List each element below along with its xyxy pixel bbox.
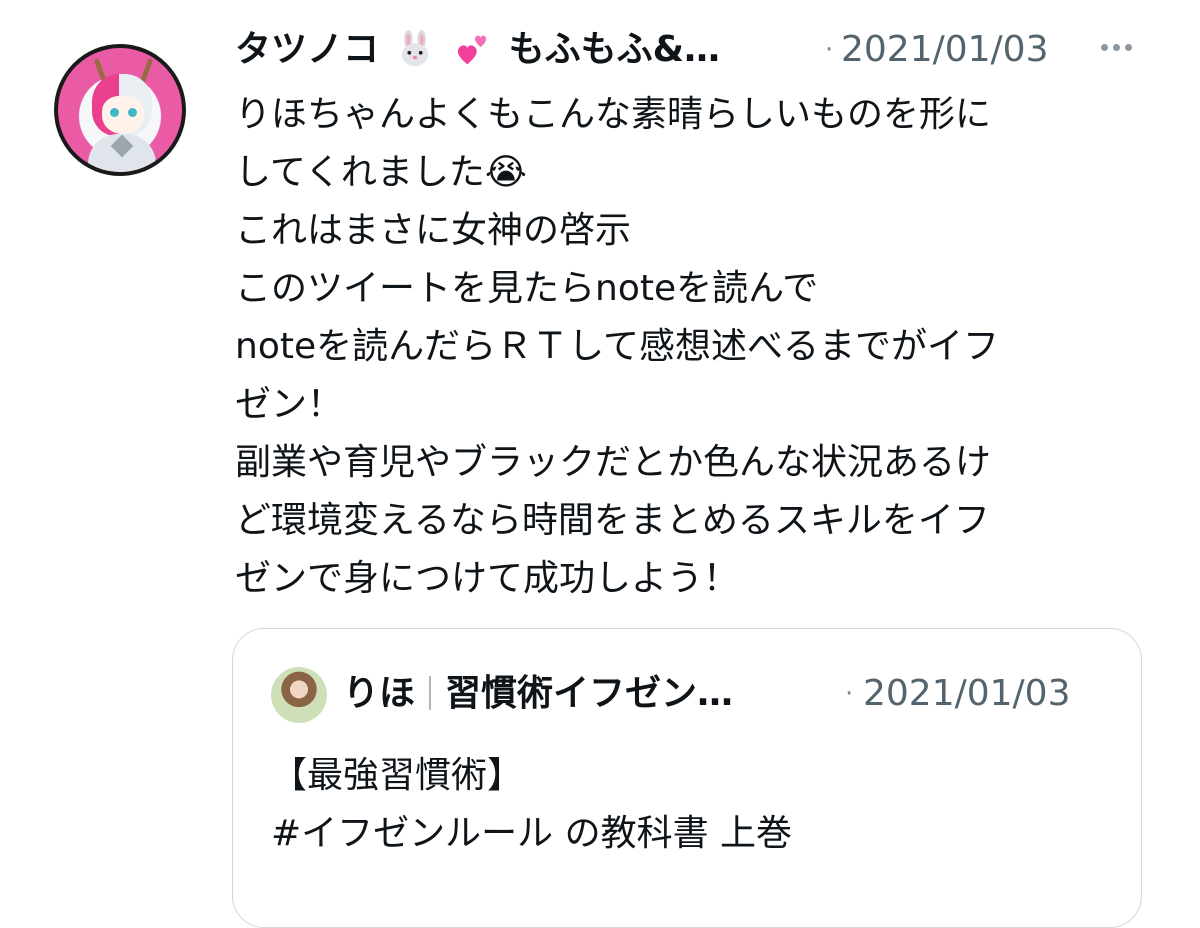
quoted-author-avatar[interactable] (271, 667, 327, 723)
avatar-image (58, 48, 182, 172)
more-options-icon[interactable] (1101, 44, 1132, 51)
tweet-line: してくれました😭 (235, 152, 527, 193)
tweet-line: noteを読んだらＲＴして感想述べるまでがイフ (235, 326, 1000, 367)
tweet-line: ど環境変えるなら時間をまとめるスキルをイフ (235, 500, 990, 541)
tweet-line: ゼンで身につけて成功しよう！ (235, 558, 740, 599)
quoted-author-name-text: りほ (343, 673, 416, 714)
tweet-line: りほちゃんよくもこんな素晴らしいものを形に (235, 94, 992, 135)
quoted-tweet-line: 【最強習慣術】 (271, 755, 524, 796)
author-name[interactable]: タツノコ もふもふ&… (235, 26, 720, 74)
quoted-author-name-suffix: 習慣術イフゼン… (445, 673, 734, 714)
quoted-tweet-line: #イフゼンルール の教科書 上巻 (271, 813, 793, 854)
quoted-header-separator: · (845, 679, 854, 709)
tweet-line: これはまさに女神の啓示 (235, 210, 632, 251)
quoted-tweet-date[interactable]: 2021/01/03 (863, 669, 1071, 719)
name-divider (429, 676, 432, 710)
quoted-tweet-text: 【最強習慣術】 #イフゼンルール の教科書 上巻 (271, 747, 792, 863)
tweet-line: ゼン！ (235, 384, 344, 425)
two-hearts-icon (457, 35, 487, 65)
rabbit-face-icon (401, 30, 428, 67)
author-avatar[interactable] (54, 44, 186, 176)
author-name-text: タツノコ (235, 29, 380, 70)
tweet-text: りほちゃんよくもこんな素晴らしいものを形に してくれました😭 これはまさに女神の… (235, 86, 1165, 608)
tweet-line: 副業や育児やブラックだとか色んな状況あるけ (235, 442, 992, 483)
tweet-line: このツイートを見たらnoteを読んで (235, 268, 819, 309)
quoted-author-name[interactable]: りほ 習慣術イフゼン… (343, 669, 733, 719)
quoted-tweet-card[interactable]: りほ 習慣術イフゼン… · 2021/01/03 【最強習慣術】 #イフゼンルール… (232, 628, 1142, 928)
author-name-suffix: もふもふ&… (508, 29, 721, 70)
tweet-date[interactable]: 2021/01/03 (841, 26, 1049, 74)
header-separator: · (825, 35, 834, 65)
tweet-header: タツノコ もふもふ&… · 2021/01/03 (235, 26, 1200, 74)
